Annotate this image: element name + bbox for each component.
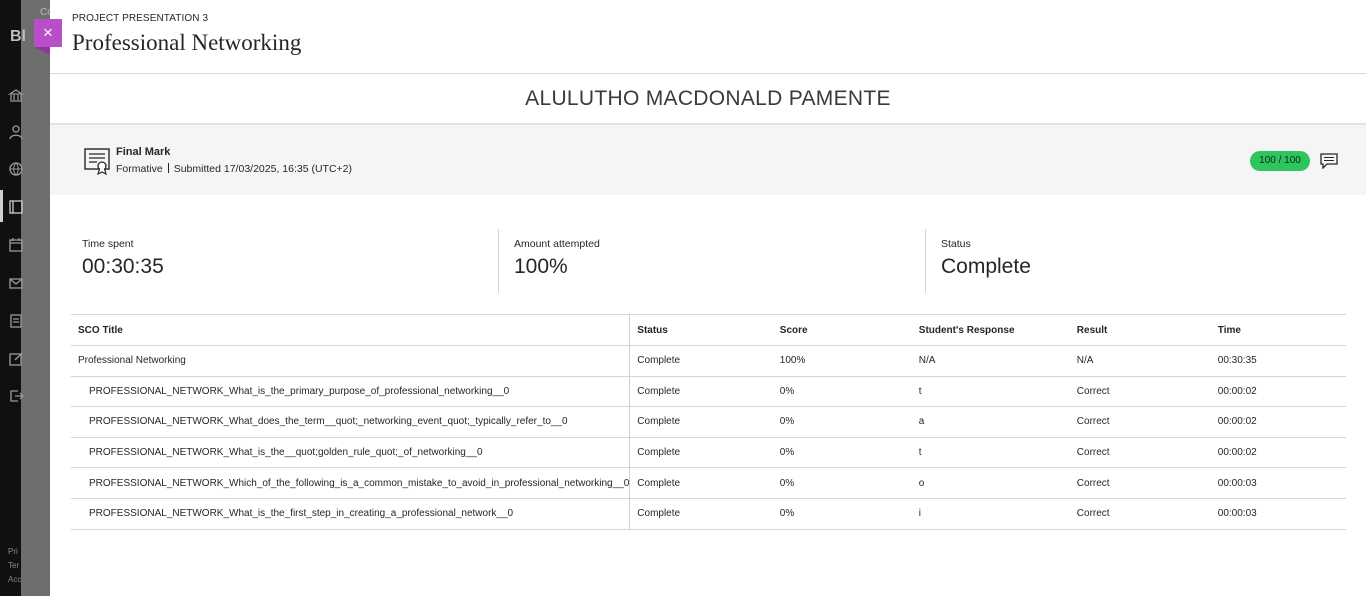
status-stat: Status Complete <box>926 229 1353 293</box>
amount-attempted-value: 100% <box>514 255 568 278</box>
final-mark-bar: Final Mark Formative Submitted 17/03/2025… <box>50 123 1366 195</box>
cell-result: Correct <box>1069 406 1211 438</box>
overlay-dim <box>21 0 50 596</box>
cell-sco-title: PROFESSIONAL_NETWORK_What_is_the_primary… <box>71 376 631 408</box>
cell-sco-title: PROFESSIONAL_NETWORK_What_is_the_first_s… <box>71 498 631 530</box>
calendar-icon <box>8 237 24 253</box>
cell-result: Correct <box>1069 376 1211 408</box>
table-row: PROFESSIONAL_NETWORK_What_is_the_primary… <box>71 376 1346 408</box>
cell-time: 00:00:03 <box>1210 467 1346 499</box>
cell-sco-title: PROFESSIONAL_NETWORK_What_does_the_term_… <box>71 406 631 438</box>
meta-separator <box>167 163 169 173</box>
globe-icon <box>8 161 24 177</box>
cell-status: Complete <box>629 406 773 438</box>
institution-icon <box>8 88 24 104</box>
table-row: PROFESSIONAL_NETWORK_What_is_the_first_s… <box>71 498 1346 530</box>
sco-results-table: SCO Title Status Score Student's Respons… <box>71 314 1346 530</box>
column-header-time: Time <box>1210 314 1346 346</box>
table-row: PROFESSIONAL_NETWORK_What_does_the_term_… <box>71 406 1346 438</box>
cell-result: N/A <box>1069 345 1211 377</box>
background-nav-rail: Co Bl Pri Ter Acc <box>0 0 53 596</box>
cell-result: Correct <box>1069 467 1211 499</box>
cell-result: Correct <box>1069 437 1211 469</box>
cell-score: 0% <box>772 467 912 499</box>
close-icon: × <box>43 23 53 42</box>
student-name: ALULUTHO MACDONALD PAMENTE <box>525 87 891 110</box>
cell-status: Complete <box>629 345 773 377</box>
table-row: PROFESSIONAL_NETWORK_Which_of_the_follow… <box>71 467 1346 499</box>
table-row: Professional Networking Complete 100% N/… <box>71 345 1346 377</box>
column-header-response: Student's Response <box>911 314 1070 346</box>
cell-response: t <box>911 376 1070 408</box>
amount-attempted-label: Amount attempted <box>514 238 600 250</box>
comment-icon[interactable] <box>1320 153 1338 169</box>
cell-time: 00:00:02 <box>1210 406 1346 438</box>
cell-response: N/A <box>911 345 1070 377</box>
cell-sco-title: Professional Networking <box>71 345 631 377</box>
cell-status: Complete <box>629 467 773 499</box>
cell-score: 100% <box>772 345 912 377</box>
assessment-kicker: PROJECT PRESENTATION 3 <box>72 13 209 24</box>
page-title: Professional Networking <box>72 30 302 55</box>
cell-time: 00:00:02 <box>1210 376 1346 408</box>
cell-status: Complete <box>629 376 773 408</box>
cell-status: Complete <box>629 437 773 469</box>
cell-score: 0% <box>772 498 912 530</box>
cell-status: Complete <box>629 498 773 530</box>
time-spent-value: 00:30:35 <box>82 255 164 278</box>
close-button-tail <box>34 47 50 55</box>
cell-response: t <box>911 437 1070 469</box>
cell-score: 0% <box>772 406 912 438</box>
cell-response: i <box>911 498 1070 530</box>
tools-icon <box>8 351 24 367</box>
footer-privacy-link: Pri <box>8 547 18 556</box>
attempt-stats: Time spent 00:30:35 Amount attempted 100… <box>72 229 1352 293</box>
sign-out-icon <box>8 388 24 404</box>
grade-type: Formative <box>116 163 163 175</box>
close-button[interactable]: × <box>34 19 62 47</box>
column-header-sco-title: SCO Title <box>71 314 631 346</box>
final-mark-title: Final Mark <box>116 146 171 158</box>
courses-icon <box>8 199 24 215</box>
cell-score: 0% <box>772 437 912 469</box>
panel-header: PROJECT PRESENTATION 3 Professional Netw… <box>50 0 1366 74</box>
cell-result: Correct <box>1069 498 1211 530</box>
score-badge: 100 / 100 <box>1250 151 1310 171</box>
status-label: Status <box>941 238 971 250</box>
background-logo: Bl <box>10 28 26 45</box>
certificate-document-icon <box>84 148 110 175</box>
amount-attempted-stat: Amount attempted 100% <box>499 229 926 293</box>
profile-icon <box>8 124 24 140</box>
final-mark-meta: Formative Submitted 17/03/2025, 16:35 (UT… <box>116 163 352 175</box>
cell-time: 00:00:03 <box>1210 498 1346 530</box>
grades-icon <box>8 313 24 329</box>
column-header-result: Result <box>1069 314 1211 346</box>
cell-time: 00:00:02 <box>1210 437 1346 469</box>
footer-terms-link: Ter <box>8 561 20 570</box>
table-header-row: SCO Title Status Score Student's Respons… <box>71 314 1346 346</box>
cell-response: a <box>911 406 1070 438</box>
footer-accessibility-link: Acc <box>8 575 22 584</box>
submission-date: Submitted 17/03/2025, 16:35 (UTC+2) <box>173 163 353 175</box>
messages-icon <box>8 275 24 291</box>
table-row: PROFESSIONAL_NETWORK_What_is_the__quot;g… <box>71 437 1346 469</box>
time-spent-label: Time spent <box>82 238 134 250</box>
column-header-score: Score <box>772 314 912 346</box>
cell-response: o <box>911 467 1070 499</box>
grade-details-panel: PROJECT PRESENTATION 3 Professional Netw… <box>50 0 1366 596</box>
active-indicator <box>0 190 3 222</box>
cell-sco-title: PROFESSIONAL_NETWORK_What_is_the__quot;g… <box>71 437 631 469</box>
status-value: Complete <box>941 255 1031 278</box>
cell-time: 00:30:35 <box>1210 345 1346 377</box>
time-spent-stat: Time spent 00:30:35 <box>72 229 499 293</box>
cell-sco-title: PROFESSIONAL_NETWORK_Which_of_the_follow… <box>71 467 631 499</box>
cell-score: 0% <box>772 376 912 408</box>
column-header-status: Status <box>629 314 773 346</box>
